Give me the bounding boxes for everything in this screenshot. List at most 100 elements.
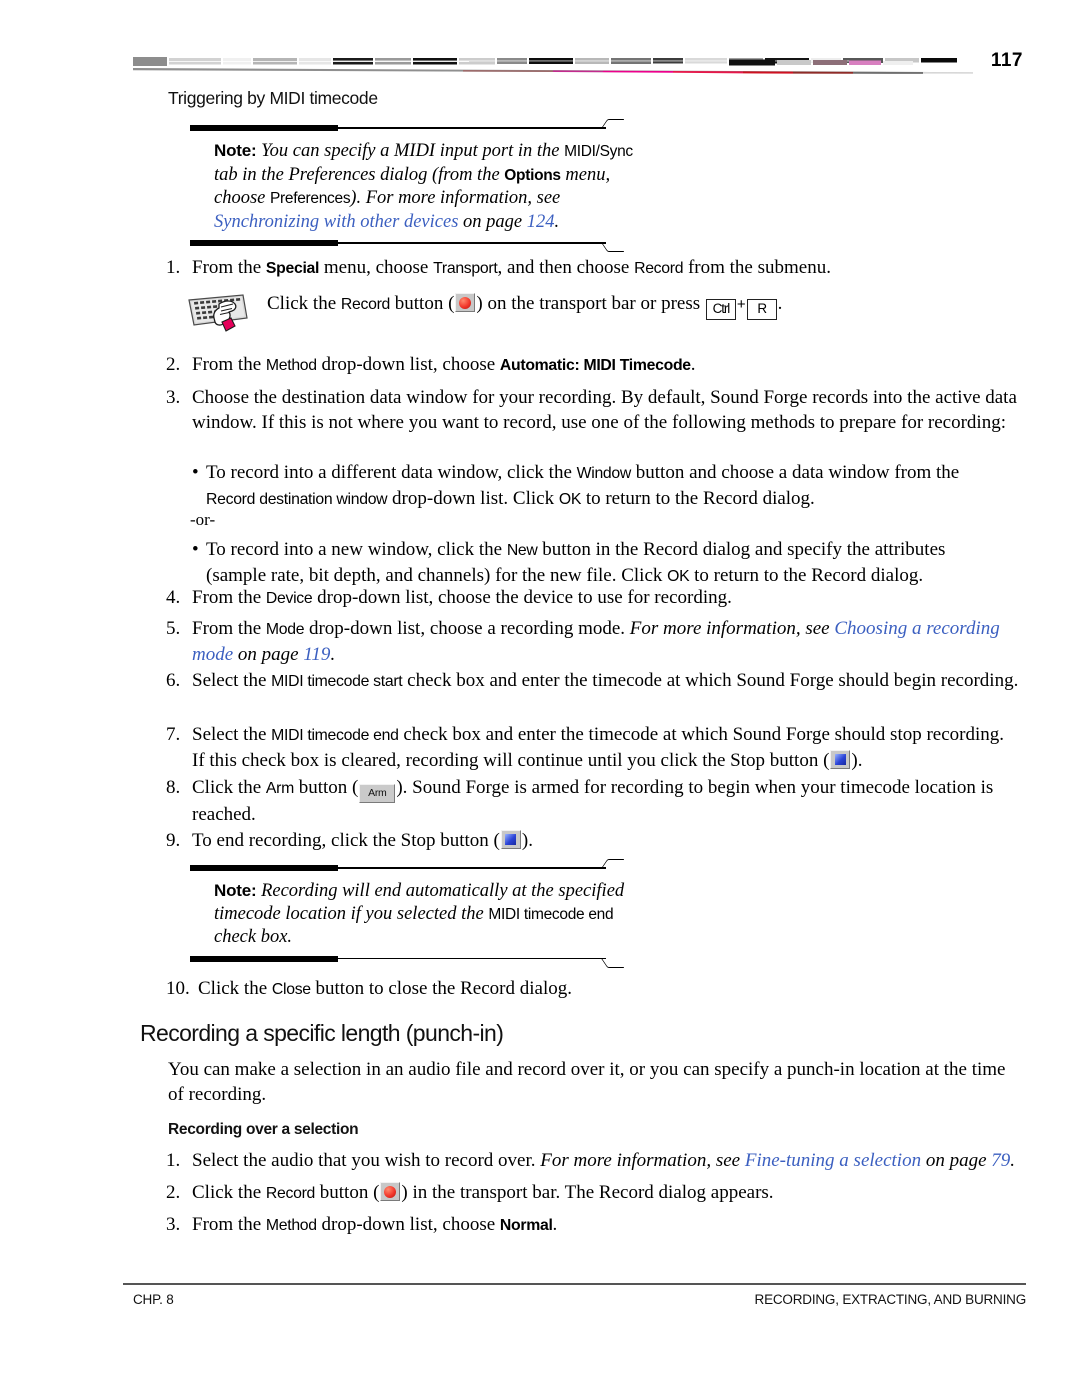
note-rule-hook-icon	[600, 242, 625, 253]
note-rule-thick	[190, 865, 338, 871]
tip-frag: button (	[390, 293, 455, 314]
note-rule-thin	[338, 242, 606, 244]
ui-midi-timecode-start-checkbox: MIDI timecode start	[271, 673, 403, 690]
step-frag: To end recording, click the Stop button …	[192, 830, 500, 851]
step-number: 4.	[166, 587, 181, 608]
step-item-10: 10. Click the Close button to close the …	[166, 977, 1021, 1003]
ui-method-dropdown: Method	[265, 1217, 317, 1234]
note-rule-thin	[338, 127, 606, 129]
step-frag: Select the	[192, 670, 272, 691]
note-text-1: You can specify a MIDI input port in the	[261, 141, 565, 161]
ui-close-button: Close	[271, 981, 311, 998]
record-button-icon[interactable]	[380, 1182, 401, 1201]
step-frag: check box and enter the timecode at whic…	[402, 670, 1019, 691]
step-frag: from the submenu.	[683, 257, 831, 278]
cross-reference-link-fine-tuning-selection[interactable]: Fine-tuning a selection	[745, 1150, 921, 1171]
ui-record-label: Record	[265, 1185, 316, 1202]
bullet-frag: To record into a different data window, …	[206, 462, 577, 483]
tip-frag: Click the	[267, 293, 341, 314]
step-frag: button (	[315, 1182, 380, 1203]
note-text-4: ). For more information, see	[350, 188, 561, 209]
note-rule-thin	[338, 957, 606, 960]
step-item-9: 9. To end recording, click the Stop butt…	[166, 829, 1021, 854]
note-box-recording-end: Note: Recording will end automatically a…	[190, 859, 650, 968]
intro-paragraph: You can make a selection in an audio fil…	[168, 1059, 1006, 1105]
page-number: 117	[990, 50, 1023, 71]
step-frag: button to close the Record dialog.	[310, 978, 572, 999]
step-frag: drop-down list, choose a recording mode.	[304, 618, 630, 639]
stop-button-icon[interactable]	[500, 830, 521, 849]
ui-device-dropdown: Device	[265, 590, 313, 607]
footer-title: RECORDING, EXTRACTING, AND BURNING	[754, 1292, 1027, 1307]
step-number: 2.	[166, 354, 181, 375]
step-item-3: 3. Choose the destination data window fo…	[166, 386, 1018, 435]
step-item-8: 8. Click the Arm button (Arm). Sound For…	[166, 776, 1021, 828]
step-number: 8.	[166, 777, 181, 798]
step-number: 10.	[166, 978, 190, 999]
step-frag: .	[690, 354, 696, 375]
step-frag: menu, choose	[319, 257, 434, 278]
stop-button-icon[interactable]	[830, 749, 851, 769]
step-number: 2.	[166, 1182, 181, 1203]
step-number: 9.	[166, 830, 181, 851]
step-text: From the Device drop-down list, choose t…	[192, 586, 1026, 612]
step-item-1: 1. From the Special menu, choose Transpo…	[166, 256, 1026, 282]
arm-button-icon[interactable]: Arm	[359, 784, 396, 803]
major-heading-punch-in: Recording a specific length (punch-in)	[140, 1020, 504, 1046]
page-header: 117	[133, 48, 1023, 82]
ui-mode-dropdown: Mode	[265, 621, 305, 638]
note-ui-options: Options	[504, 166, 561, 184]
step-frag: Click the	[192, 1182, 266, 1203]
note-rule-bottom	[190, 237, 645, 253]
step-frag: .	[552, 1214, 558, 1235]
step-frag: Click the	[192, 777, 266, 798]
key-r: R	[746, 299, 777, 320]
or-separator: -or-	[190, 508, 215, 533]
step-item-4: 4. From the Device drop-down list, choos…	[166, 586, 1026, 612]
step-number: 7.	[166, 724, 181, 745]
tip-text: Click the Record button () on the transp…	[267, 292, 782, 320]
cross-reference-link-synchronizing[interactable]: Synchronizing with other devices	[214, 212, 458, 232]
selection-step-item-3: 3. From the Method drop-down list, choos…	[166, 1213, 1026, 1239]
note-text-2: check box.	[214, 927, 293, 948]
key-ctrl: Ctrl	[705, 299, 736, 320]
step-frag: ).	[851, 749, 863, 771]
step-text: From the Method drop-down list, choose N…	[192, 1213, 1026, 1239]
ui-ok-button: OK	[558, 490, 582, 508]
step-frag: ) in the transport bar. The Record dialo…	[401, 1182, 774, 1203]
note-label: Note:	[214, 141, 257, 160]
note-rule-top	[190, 859, 645, 874]
bullet-frag: to return to the Record dialog.	[581, 487, 815, 509]
ui-menu-record: Record	[634, 260, 684, 277]
note-link-tail-label: on page	[463, 211, 523, 232]
cross-reference-page-119: 119	[303, 643, 331, 665]
ui-menu-special: Special	[265, 260, 320, 277]
tip-frag: .	[777, 293, 783, 314]
step-frag-italic: For more information, see	[629, 618, 835, 639]
bullet-dot: •	[192, 462, 199, 483]
note-ui-midi-timecode-end: MIDI timecode end	[488, 905, 614, 923]
bullet-item-different-window: • To record into a different data window…	[192, 461, 1012, 512]
ui-window-button: Window	[576, 465, 632, 482]
step-text: Click the Close button to close the Reco…	[198, 977, 1021, 1003]
step-number: 3.	[166, 1214, 181, 1235]
note-rule-hook-icon	[600, 859, 625, 869]
record-button-icon[interactable]	[455, 293, 476, 312]
bullet-frag: drop-down list. Click	[387, 487, 559, 509]
bullet-text: To record into a new window, click the N…	[206, 538, 997, 589]
step-frag: button (	[293, 777, 359, 798]
note-label: Note:	[214, 881, 257, 900]
bullet-frag: to return to the Record dialog.	[689, 564, 924, 586]
note-rule-hook-icon	[600, 957, 625, 968]
step-text: Choose the destination data window for y…	[192, 387, 1017, 433]
step-frag: From the	[192, 587, 266, 608]
document-page: 117 Triggering by MIDI timecode Note: Yo…	[0, 0, 1080, 1397]
link-tail-label: on page	[925, 1150, 987, 1171]
key-plus: +	[736, 296, 746, 313]
step-item-7: 7. Select the MIDI timecode end check bo…	[166, 723, 1021, 773]
ui-method-dropdown: Method	[265, 357, 317, 374]
note-ui-midi-sync: MIDI/Sync	[564, 143, 633, 160]
step-item-6: 6. Select the MIDI timecode start check …	[166, 669, 1021, 695]
ui-record-label: Record	[340, 296, 391, 313]
ui-menu-transport: Transport	[433, 260, 498, 277]
